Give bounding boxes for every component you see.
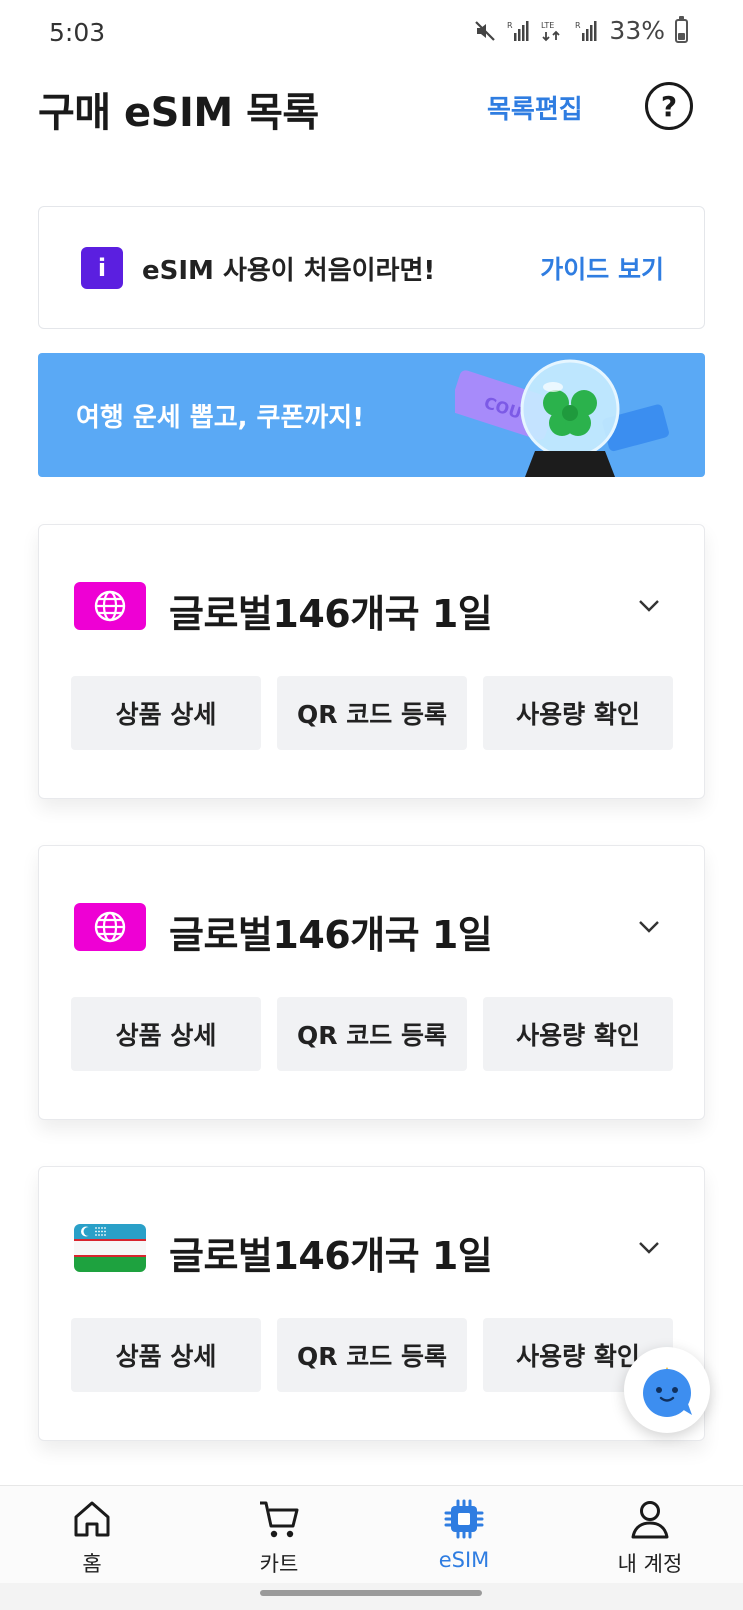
svg-text:LTE: LTE xyxy=(541,21,554,30)
svg-text:R: R xyxy=(507,21,513,30)
header: 구매 eSIM 목록 목록편집 ? xyxy=(0,66,743,176)
uzbekistan-flag xyxy=(74,1224,146,1272)
esim-title: 글로벌146개국 1일 xyxy=(169,913,493,957)
bottom-nav: 홈 카트 eSIM 내 계정 xyxy=(0,1485,743,1583)
status-bar: 5:03 R LTE R 33% xyxy=(0,0,743,66)
battery-icon xyxy=(675,15,688,43)
chevron-down-icon[interactable] xyxy=(632,589,666,623)
globe-icon xyxy=(94,590,126,622)
product-detail-button[interactable]: 상품 상세 xyxy=(71,997,261,1071)
nav-item-esim[interactable]: eSIM xyxy=(404,1496,524,1572)
qr-register-button[interactable]: QR 코드 등록 xyxy=(277,997,467,1071)
nav-item-account[interactable]: 내 계정 xyxy=(590,1496,710,1578)
screen: 5:03 R LTE R 33% 구매 eSIM 목록 목록편집 ? i eSI… xyxy=(0,0,743,1610)
product-detail-button[interactable]: 상품 상세 xyxy=(71,676,261,750)
gesture-handle[interactable] xyxy=(260,1590,482,1596)
page-title: 구매 eSIM 목록 xyxy=(38,90,319,136)
signal-icon: R xyxy=(507,19,531,43)
clover-crystal-ball-illustration: COU xyxy=(455,359,669,477)
banner-text: 여행 운세 뽑고, 쿠폰까지! xyxy=(76,403,365,433)
info-icon: i xyxy=(81,247,123,289)
edit-list-button[interactable]: 목록편집 xyxy=(487,89,583,126)
esim-card[interactable]: 글로벌146개국 1일 상품 상세 QR 코드 등록 사용량 확인 xyxy=(38,524,705,799)
chevron-down-icon[interactable] xyxy=(632,910,666,944)
guide-text: eSIM 사용이 처음이라면! xyxy=(142,256,436,286)
nav-item-home[interactable]: 홈 xyxy=(32,1496,152,1578)
esim-card[interactable]: 글로벌146개국 1일 상품 상세 QR 코드 등록 사용량 확인 xyxy=(38,845,705,1120)
mute-icon xyxy=(473,19,497,43)
status-time: 5:03 xyxy=(49,18,106,47)
person-icon xyxy=(631,1501,669,1539)
flag-stripe xyxy=(74,1224,146,1239)
qr-register-button[interactable]: QR 코드 등록 xyxy=(277,1318,467,1392)
esim-title: 글로벌146개국 1일 xyxy=(169,592,493,636)
cart-icon xyxy=(260,1501,299,1538)
chevron-down-icon[interactable] xyxy=(632,1231,666,1265)
fortune-banner[interactable]: 여행 운세 뽑고, 쿠폰까지! COU xyxy=(38,353,705,477)
battery-percent: 33% xyxy=(609,16,665,45)
nav-label: eSIM xyxy=(438,1548,490,1572)
nav-label: 홈 xyxy=(82,1552,102,1576)
product-detail-button[interactable]: 상품 상세 xyxy=(71,1318,261,1392)
globe-flag xyxy=(74,582,146,630)
status-icons: R LTE R 33% xyxy=(473,15,688,45)
signal-icon-2: R xyxy=(575,19,599,43)
esim-actions: 상품 상세 QR 코드 등록 사용량 확인 xyxy=(71,1318,673,1392)
svg-text:R: R xyxy=(575,21,581,30)
help-button[interactable]: ? xyxy=(645,82,693,130)
qr-register-button[interactable]: QR 코드 등록 xyxy=(277,676,467,750)
guide-card[interactable]: i eSIM 사용이 처음이라면! 가이드 보기 xyxy=(38,206,705,329)
globe-icon xyxy=(94,911,126,943)
chatbot-icon xyxy=(643,1367,692,1417)
nav-label: 카트 xyxy=(259,1552,299,1576)
esim-title: 글로벌146개국 1일 xyxy=(169,1234,493,1278)
usage-check-button[interactable]: 사용량 확인 xyxy=(483,997,673,1071)
nav-label: 내 계정 xyxy=(617,1552,683,1576)
nav-item-cart[interactable]: 카트 xyxy=(219,1496,339,1578)
chip-icon xyxy=(444,1499,484,1539)
globe-flag xyxy=(74,903,146,951)
guide-link[interactable]: 가이드 보기 xyxy=(540,250,664,286)
usage-check-button[interactable]: 사용량 확인 xyxy=(483,676,673,750)
esim-card[interactable]: 글로벌146개국 1일 상품 상세 QR 코드 등록 사용량 확인 xyxy=(38,1166,705,1441)
lte-icon: LTE xyxy=(541,19,565,43)
home-icon xyxy=(74,1501,110,1537)
help-icon: ? xyxy=(660,89,678,123)
esim-actions: 상품 상세 QR 코드 등록 사용량 확인 xyxy=(71,997,673,1071)
chatbot-button[interactable] xyxy=(624,1347,710,1433)
esim-actions: 상품 상세 QR 코드 등록 사용량 확인 xyxy=(71,676,673,750)
system-nav-area xyxy=(0,1583,743,1610)
